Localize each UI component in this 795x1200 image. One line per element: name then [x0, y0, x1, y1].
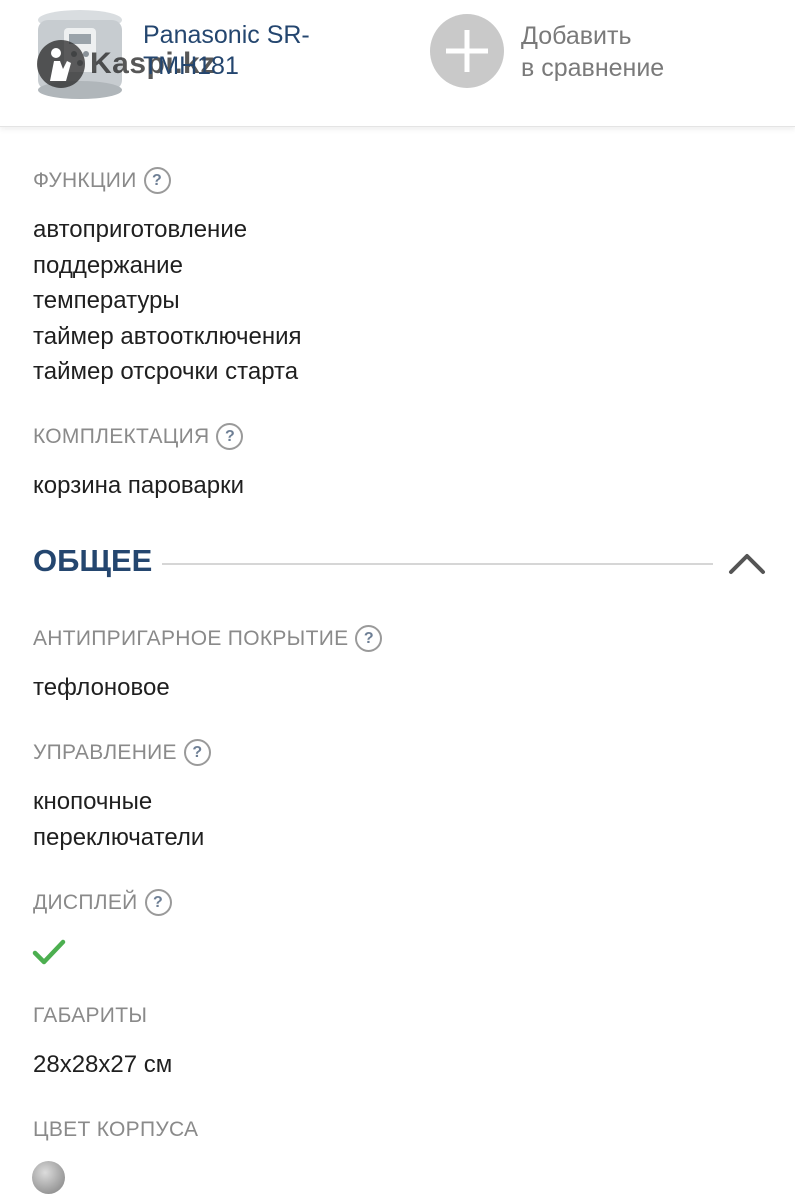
compare-header: Kaspi.kz Panasonic SR-TMH181 Добавить в …	[0, 0, 795, 127]
watermark-figure-icon	[37, 40, 85, 88]
help-icon[interactable]: ?	[144, 889, 172, 916]
help-icon[interactable]: ?	[216, 423, 244, 450]
spec-value-functions: автоприготовление поддержание температур…	[33, 212, 302, 390]
spec-value-line: автоприготовление	[33, 216, 248, 243]
spec-label-coating: АНТИПРИГАРНОЕ ПОКРЫТИЕ ?	[33, 625, 383, 652]
spec-value-coating: тефлоновое	[33, 670, 170, 706]
spec-label-functions: ФУНКЦИИ ?	[33, 167, 171, 194]
spec-label-body-color: ЦВЕТ КОРПУСА	[33, 1118, 199, 1141]
spec-value-control: кнопочные переключатели	[33, 784, 204, 855]
help-icon[interactable]: ?	[143, 167, 171, 194]
add-to-compare-label[interactable]: Добавить в сравнение	[521, 20, 664, 84]
spec-label-display: ДИСПЛЕЙ ?	[33, 889, 172, 916]
spec-value-line: температуры	[33, 287, 180, 314]
spec-value-line: поддержание	[33, 251, 183, 279]
checkmark-icon	[32, 939, 66, 965]
add-to-compare-line1: Добавить	[521, 22, 632, 50]
spec-value-line: таймер отсрочки старта	[33, 358, 299, 385]
spec-value-line: переключатели	[33, 823, 205, 851]
spec-label-package: КОМПЛЕКТАЦИЯ ?	[33, 423, 244, 450]
spec-value-dimensions: 28x28x27 см	[33, 1047, 172, 1083]
help-icon[interactable]: ?	[355, 625, 383, 652]
color-swatch-silver	[32, 1161, 65, 1194]
section-divider	[162, 563, 713, 565]
spec-value-line: тефлоновое	[33, 674, 170, 701]
spec-value-package: корзина пароварки	[33, 468, 244, 504]
spec-value-line: таймер автоотключения	[33, 322, 302, 350]
section-title-general[interactable]: ОБЩЕЕ	[33, 543, 152, 579]
chevron-up-icon[interactable]	[727, 548, 767, 578]
add-to-compare-button[interactable]	[430, 14, 504, 88]
spec-value-line: 28x28x27 см	[33, 1051, 173, 1078]
add-to-compare-line2: в сравнение	[521, 54, 665, 82]
spec-label-control: УПРАВЛЕНИЕ ?	[33, 739, 211, 766]
product-name[interactable]: Panasonic SR-TMH181	[143, 20, 343, 82]
help-icon[interactable]: ?	[183, 739, 211, 766]
spec-value-line: кнопочные	[33, 788, 153, 815]
spec-value-line: корзина пароварки	[33, 472, 244, 499]
spec-label-dimensions: ГАБАРИТЫ	[33, 1004, 148, 1027]
